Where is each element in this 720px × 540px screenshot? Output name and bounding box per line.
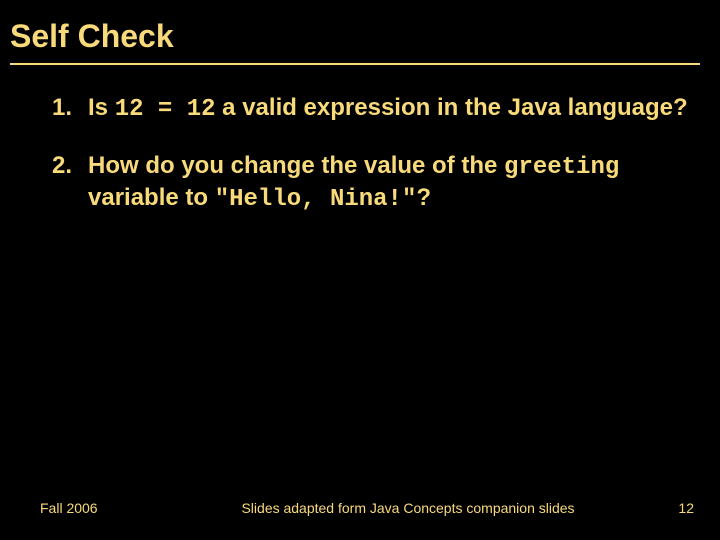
q1-pre: Is	[88, 94, 115, 121]
slide: Self Check Is 12 = 12 a valid expression…	[0, 0, 720, 540]
q2-post: ?	[416, 184, 431, 211]
question-list: Is 12 = 12 a valid expression in the Jav…	[52, 93, 694, 215]
footer-term: Fall 2006	[40, 500, 98, 516]
q2-pre: How do you change the value of the	[88, 152, 504, 179]
q1-code: 12 = 12	[115, 96, 216, 123]
title-rule	[10, 63, 700, 65]
footer: Fall 2006 Slides adapted form Java Conce…	[40, 500, 694, 516]
q1-post: a valid expression in the Java language?	[216, 94, 688, 121]
q2-code1: greeting	[504, 154, 619, 181]
q2-mid: variable to	[88, 184, 215, 211]
footer-page-number: 12	[678, 500, 694, 516]
page-title: Self Check	[10, 18, 694, 55]
question-2: How do you change the value of the greet…	[52, 151, 694, 215]
question-1: Is 12 = 12 a valid expression in the Jav…	[52, 93, 694, 125]
footer-center: Slides adapted form Java Concepts compan…	[98, 500, 679, 516]
q2-code2: "Hello, Nina!"	[215, 186, 417, 213]
